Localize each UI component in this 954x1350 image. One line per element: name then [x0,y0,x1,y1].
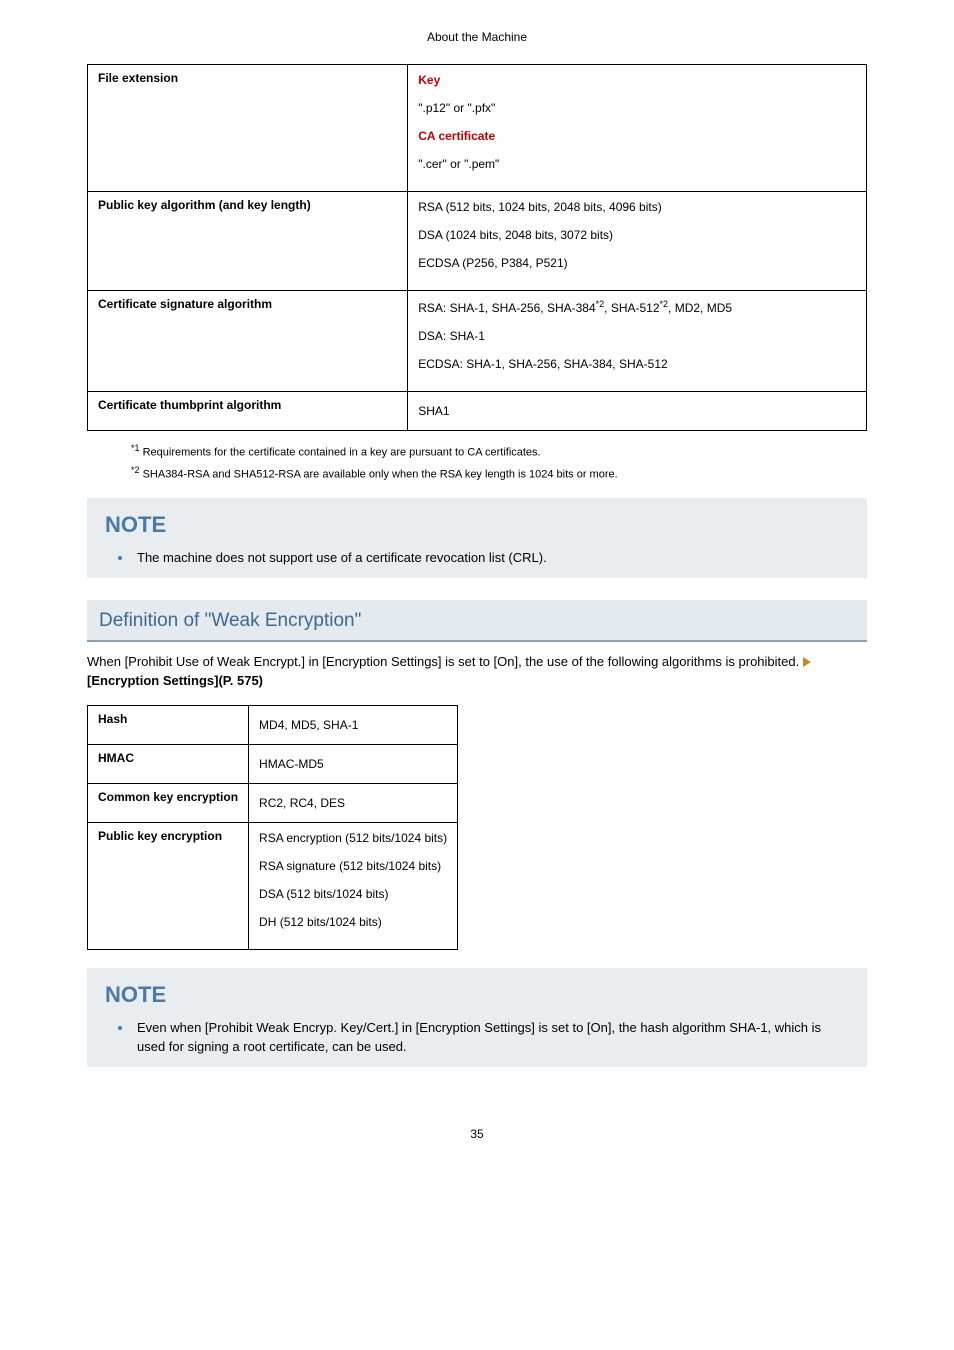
thumb-algo-label: Certificate thumbprint algorithm [88,392,408,431]
play-icon [803,657,811,667]
note-box-1: NOTE The machine does not support use of… [87,498,867,578]
weak-encryption-heading: Definition of "Weak Encryption" [87,600,867,642]
pubkey-ecdsa: ECDSA (P256, P384, P521) [418,256,856,270]
doc-header: About the Machine [87,30,867,44]
hash-value: MD4, MD5, SHA-1 [249,705,458,744]
sig-dsa: DSA: SHA-1 [418,329,856,343]
cert-table: File extension Key ".p12" or ".pfx" CA c… [87,64,867,431]
pk-rsa-enc: RSA encryption (512 bits/1024 bits) [259,831,447,845]
ca-value: ".cer" or ".pem" [418,157,856,171]
file-ext-values: Key ".p12" or ".pfx" CA certificate ".ce… [408,65,867,192]
key-heading: Key [418,73,440,87]
note-box-2: NOTE Even when [Prohibit Weak Encryp. Ke… [87,968,867,1067]
sig-rsa: RSA: SHA-1, SHA-256, SHA-384*2, SHA-512*… [418,299,856,315]
sig-algo-label: Certificate signature algorithm [88,291,408,392]
publickey-values: RSA encryption (512 bits/1024 bits) RSA … [249,822,458,949]
hash-label: Hash [88,705,249,744]
key-value: ".p12" or ".pfx" [418,101,856,115]
pubkey-algo-label: Public key algorithm (and key length) [88,192,408,291]
sig-algo-values: RSA: SHA-1, SHA-256, SHA-384*2, SHA-512*… [408,291,867,392]
pk-rsa-sig: RSA signature (512 bits/1024 bits) [259,859,447,873]
page-number: 35 [87,1127,867,1141]
note1-bullet: The machine does not support use of a ce… [133,548,849,568]
note-heading-1: NOTE [105,512,849,538]
footnote-2: *2 SHA384-RSA and SHA512-RSA are availab… [131,465,867,481]
commonkey-value: RC2, RC4, DES [249,783,458,822]
weak-encryption-body: When [Prohibit Use of Weak Encrypt.] in … [87,652,867,691]
ca-heading: CA certificate [418,129,495,143]
pk-dh: DH (512 bits/1024 bits) [259,915,447,929]
footnote-1: *1 Requirements for the certificate cont… [131,443,867,459]
encryption-settings-link[interactable]: [Encryption Settings](P. 575) [87,673,263,688]
publickey-label: Public key encryption [88,822,249,949]
pubkey-algo-values: RSA (512 bits, 1024 bits, 2048 bits, 409… [408,192,867,291]
pk-dsa: DSA (512 bits/1024 bits) [259,887,447,901]
file-ext-label: File extension [88,65,408,192]
pubkey-dsa: DSA (1024 bits, 2048 bits, 3072 bits) [418,228,856,242]
note2-bullet: Even when [Prohibit Weak Encryp. Key/Cer… [133,1018,849,1057]
commonkey-label: Common key encryption [88,783,249,822]
pubkey-rsa: RSA (512 bits, 1024 bits, 2048 bits, 409… [418,200,856,214]
sig-ecdsa: ECDSA: SHA-1, SHA-256, SHA-384, SHA-512 [418,357,856,371]
weak-encryption-table: Hash MD4, MD5, SHA-1 HMAC HMAC-MD5 Commo… [87,705,458,950]
thumb-algo-value: SHA1 [408,392,867,431]
hmac-value: HMAC-MD5 [249,744,458,783]
note-heading-2: NOTE [105,982,849,1008]
hmac-label: HMAC [88,744,249,783]
